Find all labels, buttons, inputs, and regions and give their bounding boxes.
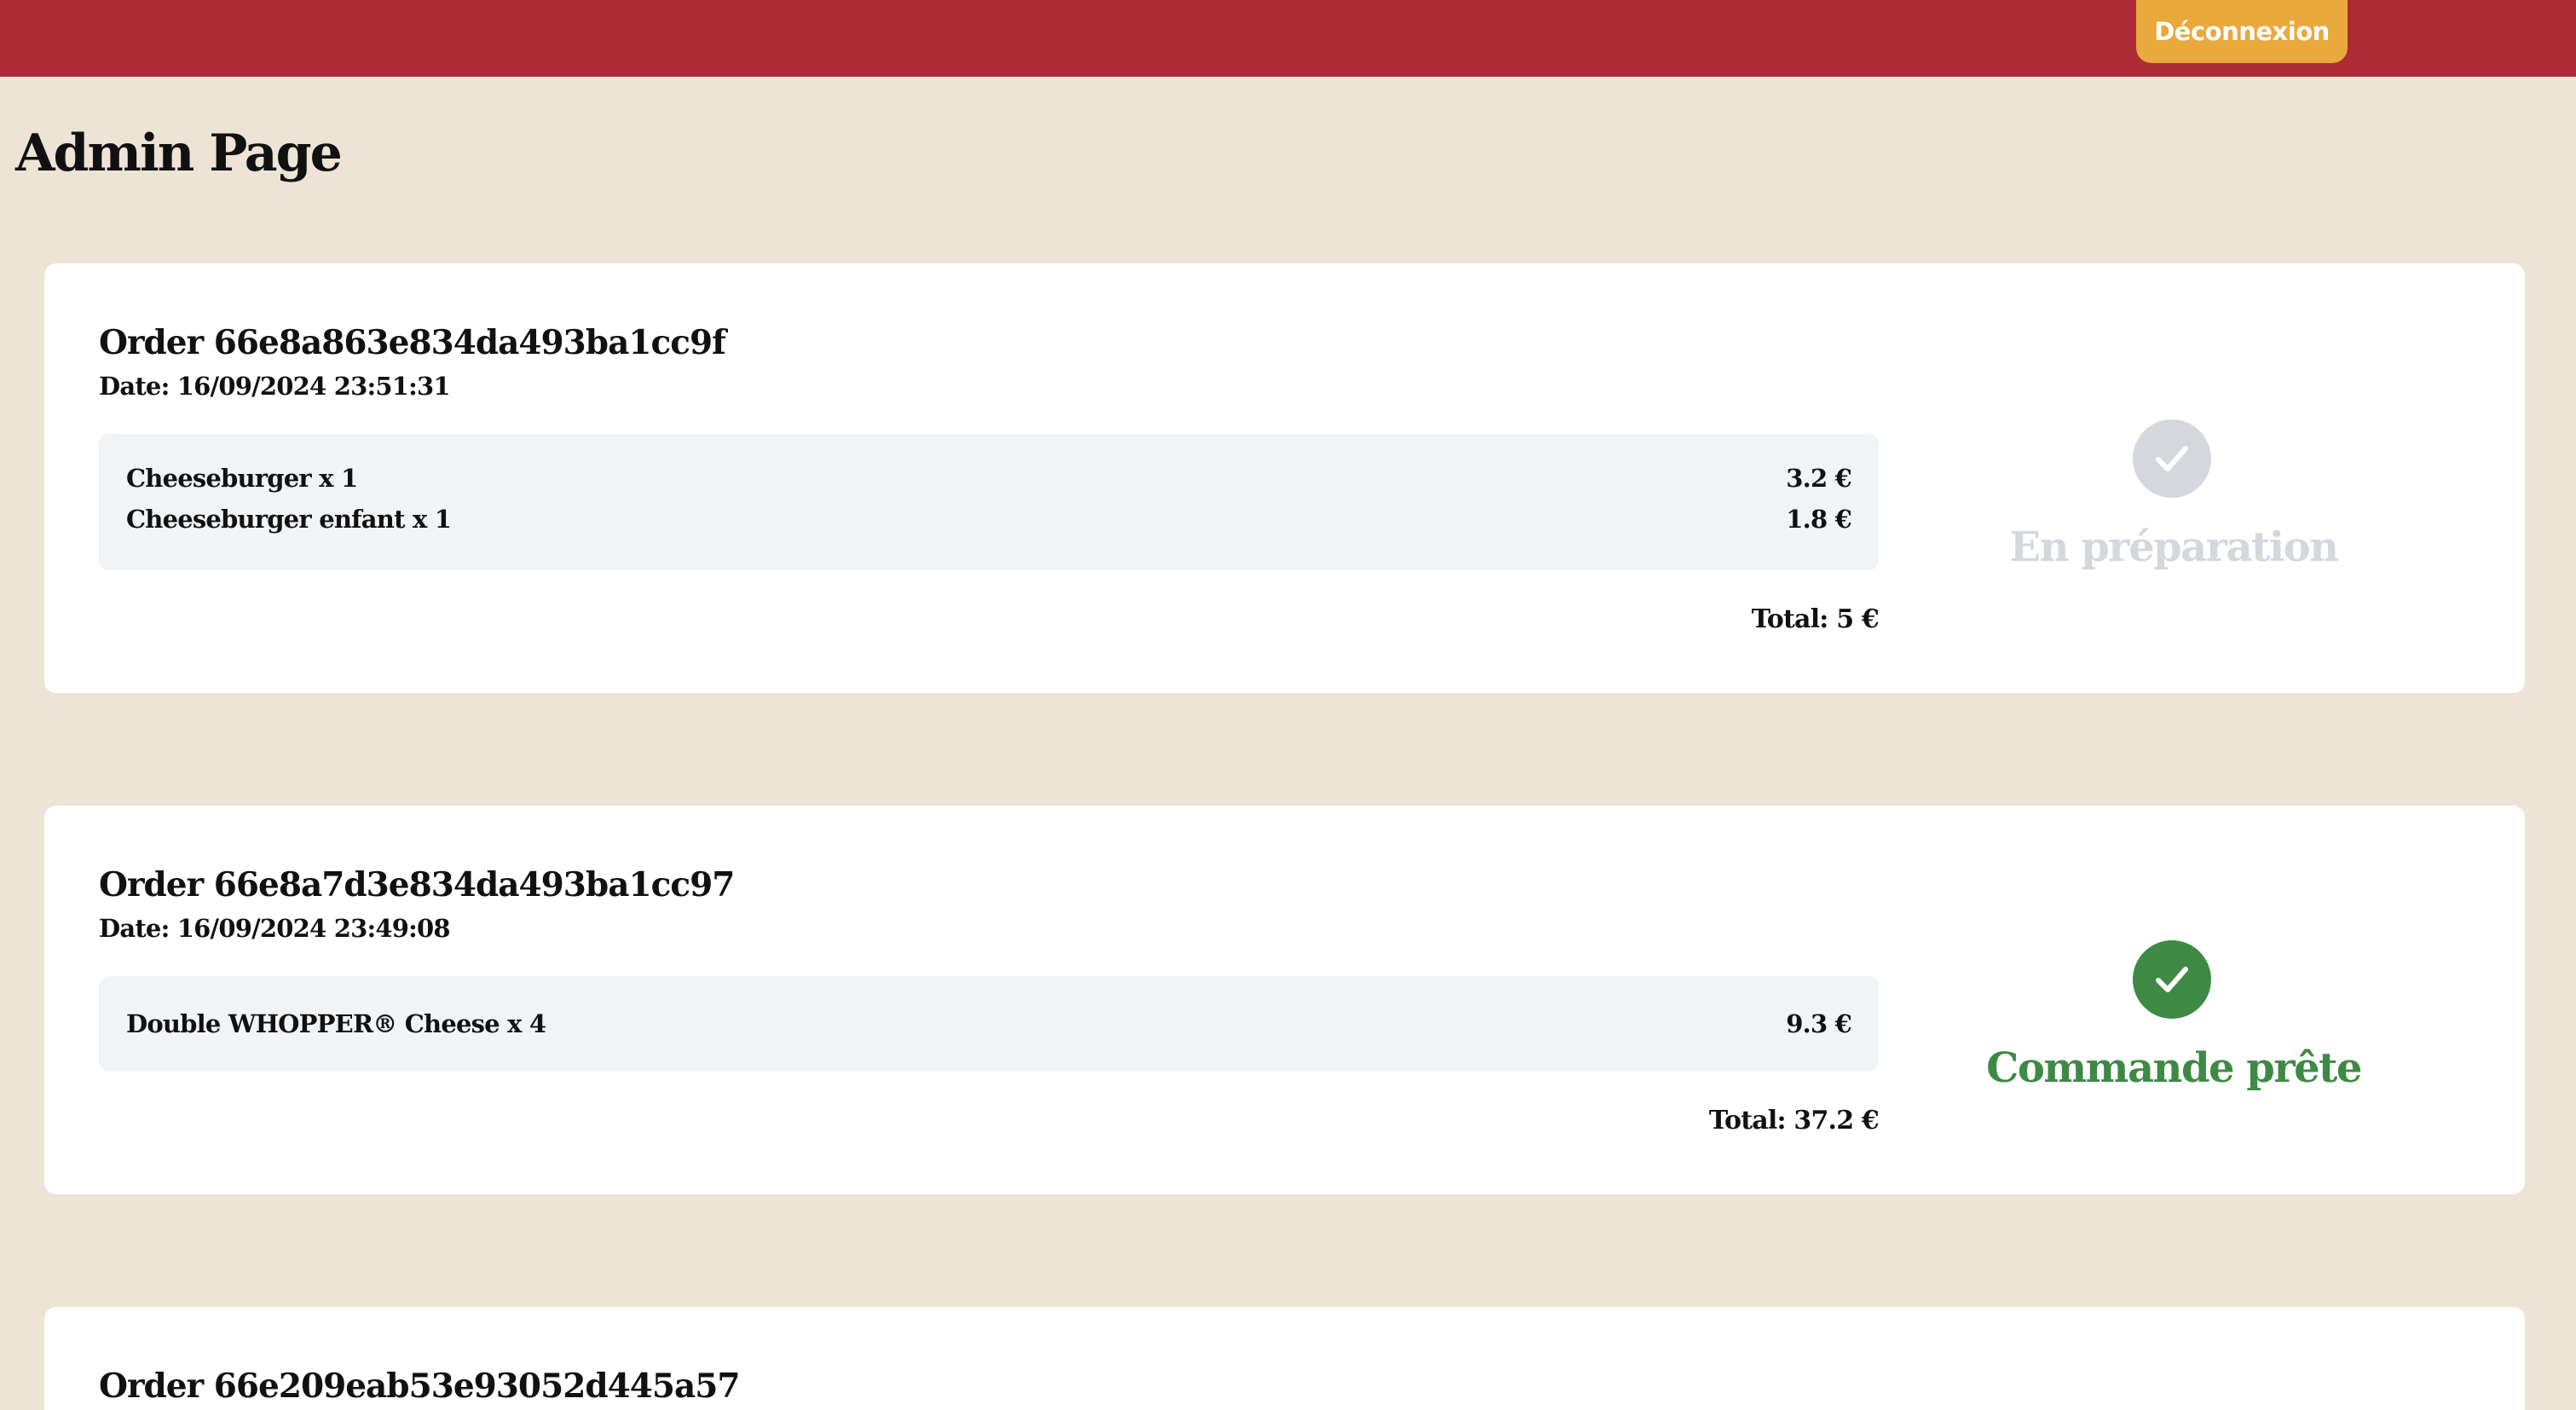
order-item: Cheeseburger enfant x 1 1.8 € [126, 502, 1852, 536]
order-total: Total: 5 € [1751, 604, 1880, 634]
order-item: Double WHOPPER® Cheese x 4 9.3 € [126, 1007, 1852, 1041]
order-title: Order 66e8a7d3e834da493ba1cc97 [99, 865, 735, 904]
order-item-name: Double WHOPPER® Cheese x 4 [126, 1009, 546, 1038]
top-bar: Déconnexion [0, 0, 2576, 77]
order-status: En préparation [1833, 419, 2515, 573]
order-status: Commande prête [1833, 940, 2515, 1094]
order-date: Date: 16/09/2024 23:51:31 [99, 372, 451, 401]
order-status-label: En préparation [2009, 523, 2339, 571]
order-item: Cheeseburger x 1 3.2 € [126, 461, 1852, 495]
order-items-box: Double WHOPPER® Cheese x 4 9.3 € [99, 976, 1879, 1072]
check-circle-icon[interactable] [2133, 419, 2211, 498]
order-item-name: Cheeseburger x 1 [126, 464, 358, 493]
order-card: Order 66e209eab53e93052d445a57 [44, 1307, 2525, 1410]
order-date: Date: 16/09/2024 23:49:08 [99, 914, 451, 943]
page-title: Admin Page [15, 124, 343, 183]
logout-button[interactable]: Déconnexion [2136, 0, 2348, 63]
order-total: Total: 37.2 € [1708, 1106, 1880, 1136]
order-item-name: Cheeseburger enfant x 1 [126, 505, 452, 534]
order-title: Order 66e209eab53e93052d445a57 [99, 1367, 741, 1406]
order-items-box: Cheeseburger x 1 3.2 € Cheeseburger enfa… [99, 434, 1879, 570]
order-status-label: Commande prête [1986, 1044, 2362, 1092]
order-title: Order 66e8a863e834da493ba1cc9f [99, 323, 726, 362]
check-circle-icon[interactable] [2133, 940, 2211, 1019]
